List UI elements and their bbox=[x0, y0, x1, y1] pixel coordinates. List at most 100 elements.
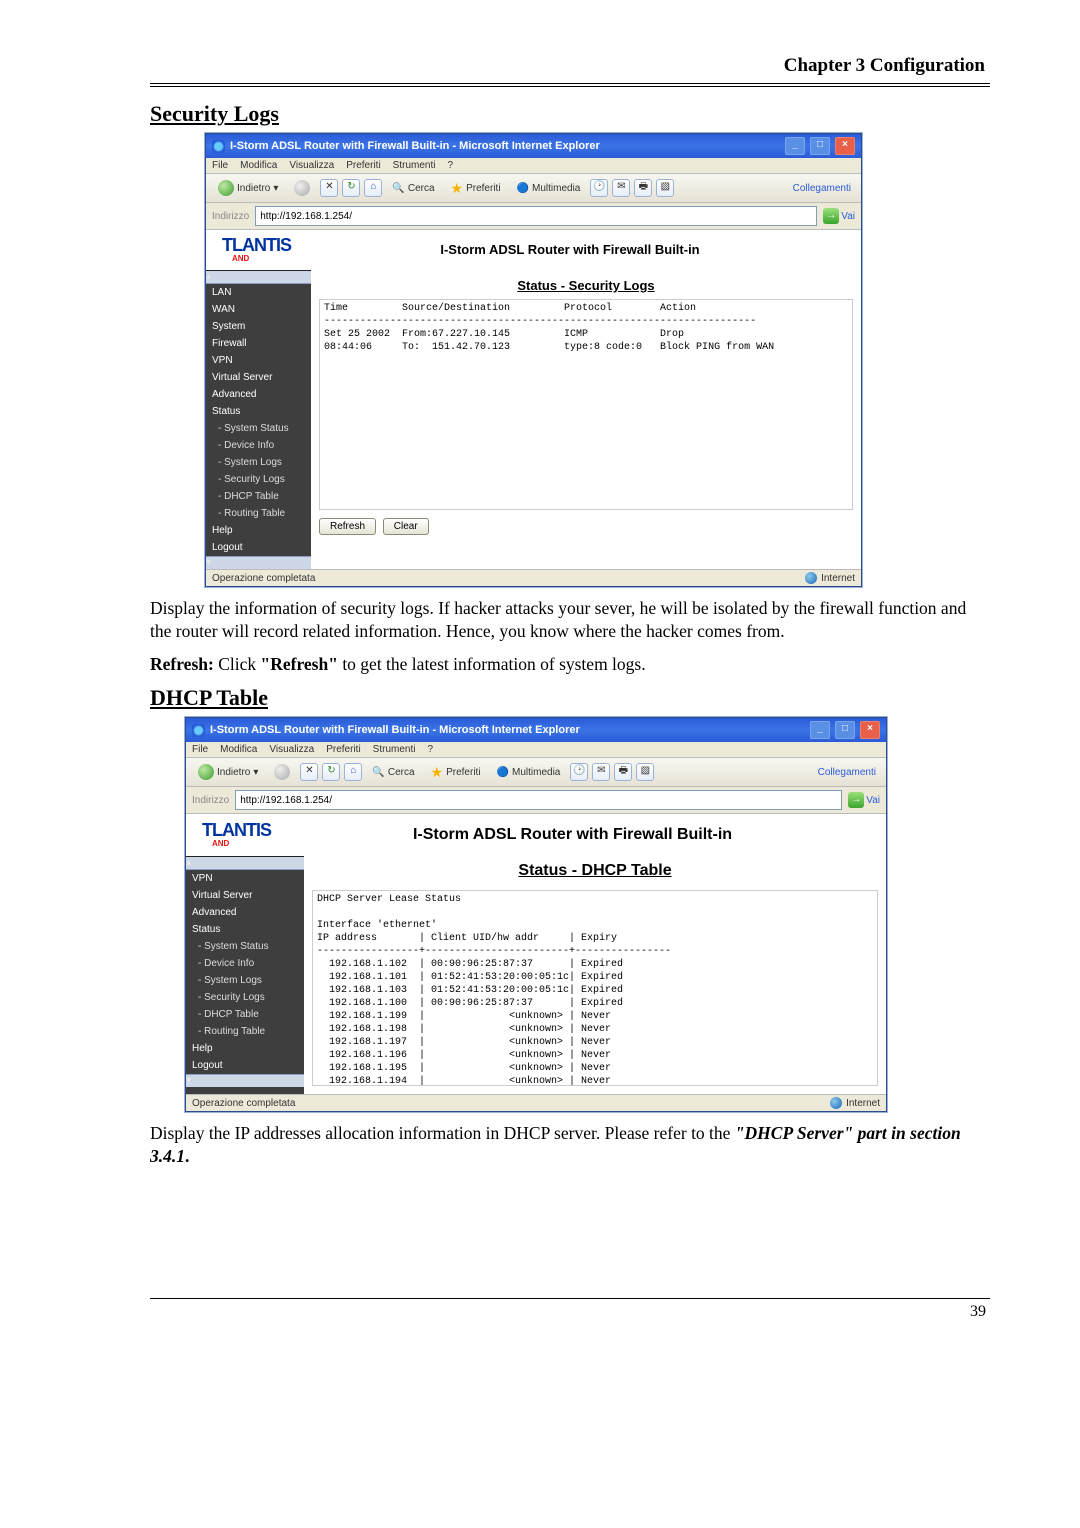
address-input[interactable] bbox=[235, 790, 842, 810]
forward-button[interactable] bbox=[268, 761, 296, 783]
links-label[interactable]: Collegamenti bbox=[793, 183, 851, 194]
zone-indicator: Internet bbox=[805, 572, 855, 584]
menu-visualizza[interactable]: Visualizza bbox=[269, 744, 314, 755]
window-titlebar: I-Storm ADSL Router with Firewall Built-… bbox=[206, 134, 861, 158]
sidebar-item-help[interactable]: Help bbox=[206, 522, 311, 539]
sidebar-item-firewall[interactable]: Firewall bbox=[206, 335, 311, 352]
links-label[interactable]: Collegamenti bbox=[818, 767, 876, 778]
sidebar-item-system-status[interactable]: - System Status bbox=[186, 938, 304, 955]
mail-button[interactable]: ✉ bbox=[612, 179, 630, 197]
menu-modifica[interactable]: Modifica bbox=[240, 160, 277, 171]
sidebar-item-wan[interactable]: WAN bbox=[206, 301, 311, 318]
mail-button[interactable]: ✉ bbox=[592, 763, 610, 781]
forward-button[interactable] bbox=[288, 177, 316, 199]
menu-preferiti[interactable]: Preferiti bbox=[346, 160, 380, 171]
sidebar-item-vpn[interactable]: VPN bbox=[186, 870, 304, 887]
sidebar-item-virtual-server[interactable]: Virtual Server bbox=[186, 887, 304, 904]
sidebar-item-routing-table[interactable]: - Routing Table bbox=[186, 1023, 304, 1040]
sidebar-item-dhcp-table[interactable]: - DHCP Table bbox=[206, 488, 311, 505]
home-button[interactable]: ⌂ bbox=[364, 179, 382, 197]
scroll-up[interactable]: ▴ bbox=[186, 857, 304, 870]
sidebar-item-virtual-server[interactable]: Virtual Server bbox=[206, 369, 311, 386]
stop-button[interactable]: ✕ bbox=[320, 179, 338, 197]
close-button[interactable]: × bbox=[860, 721, 880, 739]
menu-file[interactable]: File bbox=[212, 160, 228, 171]
sidebar-item-device-info[interactable]: - Device Info bbox=[186, 955, 304, 972]
sidebar-item-help[interactable]: Help bbox=[186, 1040, 304, 1057]
history-button[interactable]: 🕑 bbox=[590, 179, 608, 197]
status-title-dhcp: Status - DHCP Table bbox=[312, 862, 878, 880]
history-button[interactable]: 🕑 bbox=[570, 763, 588, 781]
edit-button[interactable]: ▧ bbox=[656, 179, 674, 197]
sidebar-item-system-logs[interactable]: - System Logs bbox=[206, 454, 311, 471]
body-text-2: Refresh: Click "Refresh" to get the late… bbox=[150, 653, 990, 676]
sidebar-item-security-logs[interactable]: - Security Logs bbox=[186, 989, 304, 1006]
ie-icon bbox=[212, 140, 225, 153]
sidebar-item-status[interactable]: Status bbox=[206, 403, 311, 420]
sidebar-item-system[interactable]: System bbox=[206, 318, 311, 335]
media-button[interactable]: 🔵 Multimedia bbox=[491, 761, 567, 783]
menu-help[interactable]: ? bbox=[427, 744, 433, 755]
back-button[interactable]: Indietro ▾ bbox=[192, 761, 264, 783]
sidebar-item-security-logs[interactable]: - Security Logs bbox=[206, 471, 311, 488]
sidebar-item-advanced[interactable]: Advanced bbox=[206, 386, 311, 403]
body-text-1: Display the information of security logs… bbox=[150, 597, 990, 643]
scroll-down[interactable]: ▾ bbox=[206, 556, 311, 569]
address-bar: Indirizzo →Vai bbox=[206, 203, 861, 230]
sidebar-item-dhcp-table[interactable]: - DHCP Table bbox=[186, 1006, 304, 1023]
close-button[interactable]: × bbox=[835, 137, 855, 155]
sidebar-item-lan[interactable]: LAN bbox=[206, 284, 311, 301]
chapter-header: Chapter 3 Configuration bbox=[150, 55, 990, 77]
section-heading-security-logs: Security Logs bbox=[150, 101, 990, 127]
go-button[interactable]: →Vai bbox=[848, 792, 880, 808]
scroll-up[interactable]: ▴ bbox=[206, 271, 311, 284]
sidebar-item-system-status[interactable]: - System Status bbox=[206, 420, 311, 437]
sidebar-item-routing-table[interactable]: - Routing Table bbox=[206, 505, 311, 522]
toolbar: Indietro ▾ ✕ ↻ ⌂ 🔍 Cerca ★Preferiti 🔵 Mu… bbox=[206, 174, 861, 203]
main-panel: Status - Security Logs Time Source/Desti… bbox=[311, 270, 861, 569]
edit-button[interactable]: ▧ bbox=[636, 763, 654, 781]
menu-strumenti[interactable]: Strumenti bbox=[373, 744, 416, 755]
search-button[interactable]: 🔍 Cerca bbox=[386, 177, 440, 199]
home-button[interactable]: ⌂ bbox=[344, 763, 362, 781]
go-button[interactable]: →Vai bbox=[823, 208, 855, 224]
menu-visualizza[interactable]: Visualizza bbox=[289, 160, 334, 171]
favorites-button[interactable]: ★Preferiti bbox=[445, 177, 507, 199]
sidebar-item-logout[interactable]: Logout bbox=[186, 1057, 304, 1074]
menu-help[interactable]: ? bbox=[447, 160, 453, 171]
content-area: ▴ LAN WAN System Firewall VPN Virtual Se… bbox=[206, 270, 861, 569]
refresh-button[interactable]: Refresh bbox=[319, 518, 376, 535]
sidebar-item-advanced[interactable]: Advanced bbox=[186, 904, 304, 921]
search-button[interactable]: 🔍 Cerca bbox=[366, 761, 420, 783]
refresh-button[interactable]: ↻ bbox=[342, 179, 360, 197]
refresh-button[interactable]: ↻ bbox=[322, 763, 340, 781]
minimize-button[interactable]: _ bbox=[810, 721, 830, 739]
address-input[interactable] bbox=[255, 206, 817, 226]
print-button[interactable]: 🖶 bbox=[614, 763, 632, 781]
menu-modifica[interactable]: Modifica bbox=[220, 744, 257, 755]
print-button[interactable]: 🖶 bbox=[634, 179, 652, 197]
scroll-down[interactable]: ▾ bbox=[186, 1074, 304, 1087]
clear-button[interactable]: Clear bbox=[383, 518, 429, 535]
sidebar-item-status[interactable]: Status bbox=[186, 921, 304, 938]
sidebar: ▴ VPN Virtual Server Advanced Status - S… bbox=[186, 856, 304, 1094]
banner-title: I-Storm ADSL Router with Firewall Built-… bbox=[297, 242, 843, 263]
maximize-button[interactable]: □ bbox=[810, 137, 830, 155]
maximize-button[interactable]: □ bbox=[835, 721, 855, 739]
menu-strumenti[interactable]: Strumenti bbox=[393, 160, 436, 171]
menu-preferiti[interactable]: Preferiti bbox=[326, 744, 360, 755]
sidebar-item-system-logs[interactable]: - System Logs bbox=[186, 972, 304, 989]
menu-file[interactable]: File bbox=[192, 744, 208, 755]
window-title: I-Storm ADSL Router with Firewall Built-… bbox=[230, 140, 600, 152]
stop-button[interactable]: ✕ bbox=[300, 763, 318, 781]
menubar: File Modifica Visualizza Preferiti Strum… bbox=[186, 742, 886, 758]
body-text-3: Display the IP addresses allocation info… bbox=[150, 1122, 990, 1168]
back-button[interactable]: Indietro ▾ bbox=[212, 177, 284, 199]
sidebar-item-logout[interactable]: Logout bbox=[206, 539, 311, 556]
media-button[interactable]: 🔵 Multimedia bbox=[511, 177, 587, 199]
sidebar-item-vpn[interactable]: VPN bbox=[206, 352, 311, 369]
minimize-button[interactable]: _ bbox=[785, 137, 805, 155]
favorites-button[interactable]: ★Preferiti bbox=[425, 761, 487, 783]
router-banner: TLANTIS AND I-Storm ADSL Router with Fir… bbox=[212, 230, 855, 270]
sidebar-item-device-info[interactable]: - Device Info bbox=[206, 437, 311, 454]
